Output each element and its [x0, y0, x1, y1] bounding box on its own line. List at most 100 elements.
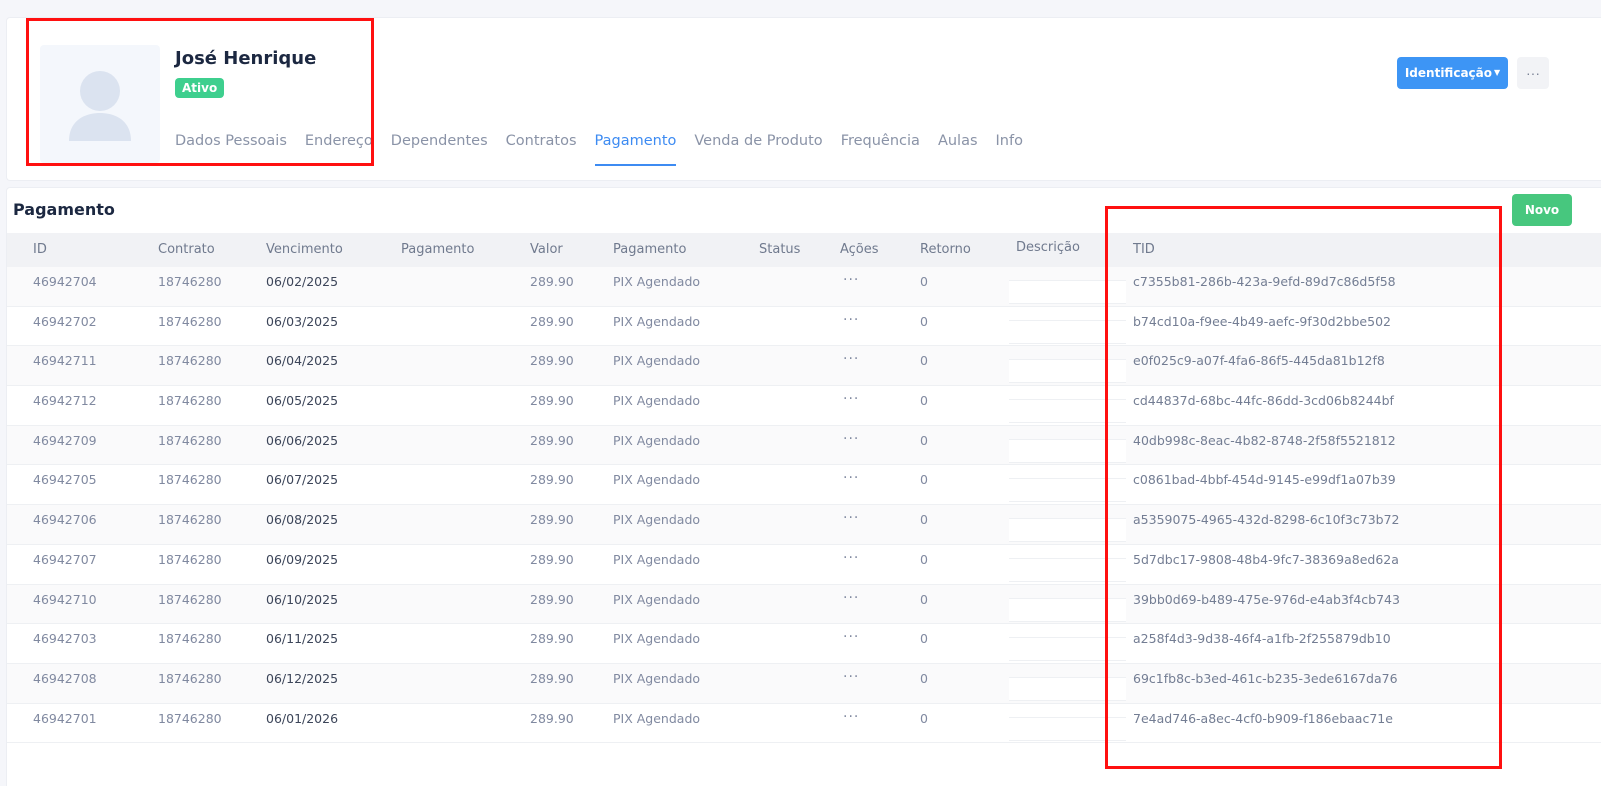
- tab-aulas[interactable]: Aulas: [938, 130, 978, 166]
- tab-venda-de-produto[interactable]: Venda de Produto: [694, 130, 822, 166]
- more-options-button[interactable]: ···: [1517, 57, 1549, 89]
- row-actions-menu-icon[interactable]: ···: [843, 272, 859, 288]
- row-actions-menu-icon[interactable]: ···: [843, 550, 859, 566]
- column-header-tid[interactable]: TID: [1133, 233, 1155, 267]
- cell-id: 46942707: [33, 551, 97, 567]
- identification-label: Identificação: [1404, 66, 1492, 80]
- row-actions-menu-icon[interactable]: ···: [843, 391, 859, 407]
- cell-contrato: 18746280: [158, 274, 222, 289]
- column-header-retorno[interactable]: Retorno: [920, 233, 971, 267]
- cell-tid: 40db998c-8eac-4b82-8748-2f58f5521812: [1133, 432, 1396, 448]
- cell-pagamento-forma: PIX Agendado: [613, 472, 701, 488]
- row-actions-menu-icon[interactable]: ···: [843, 709, 859, 725]
- tab-contratos[interactable]: Contratos: [506, 130, 577, 166]
- table-row: 46942707 18746280 06/09/2025 289.90 PIX Agen…: [7, 545, 1601, 585]
- column-header-status[interactable]: Status: [759, 233, 800, 267]
- cell-valor: 289.90: [530, 551, 574, 567]
- profile-name: José Henrique: [175, 48, 317, 69]
- cell-valor: 289.90: [530, 432, 574, 448]
- caret-down-icon: ▼: [1494, 68, 1501, 77]
- cell-contrato: 18746280: [158, 313, 222, 329]
- cell-tid: a258f4d3-9d38-46f4-a1fb-2f255879db10: [1133, 631, 1391, 647]
- row-actions-menu-icon[interactable]: ···: [843, 669, 859, 685]
- cell-valor: 289.90: [530, 313, 574, 329]
- cell-pagamento-forma: PIX Agendado: [613, 591, 701, 607]
- row-actions-menu-icon[interactable]: ···: [843, 510, 859, 526]
- cell-valor: 289.90: [530, 512, 574, 528]
- payments-card: Pagamento Novo ID Contrato Vencimento Pa…: [6, 187, 1601, 786]
- column-header-descricao[interactable]: Descrição: [1016, 233, 1080, 263]
- cell-descricao: [1009, 557, 1126, 582]
- cell-tid: e0f025c9-a07f-4fa6-86f5-445da81b12f8: [1133, 353, 1385, 369]
- cell-contrato: 18746280: [158, 591, 222, 607]
- cell-descricao: [1009, 359, 1126, 384]
- row-actions-menu-icon[interactable]: ···: [843, 470, 859, 486]
- cell-valor: 289.90: [530, 631, 574, 647]
- row-actions-menu-icon[interactable]: ···: [843, 431, 859, 447]
- cell-descricao: [1009, 518, 1126, 543]
- cell-tid: a5359075-4965-432d-8298-6c10f3c73b72: [1133, 512, 1400, 528]
- cell-contrato: 18746280: [158, 670, 222, 686]
- column-header-vencimento[interactable]: Vencimento: [266, 233, 343, 267]
- column-header-contrato[interactable]: Contrato: [158, 233, 215, 267]
- cell-tid: b74cd10a-f9ee-4b49-aefc-9f30d2bbe502: [1133, 313, 1391, 329]
- profile-card: José Henrique Ativo Dados Pessoais Endere…: [6, 17, 1601, 181]
- column-header-pagamento-forma[interactable]: Pagamento: [613, 233, 686, 267]
- cell-id: 46942709: [33, 432, 97, 448]
- user-silhouette-icon: [69, 71, 131, 141]
- row-actions-menu-icon[interactable]: ···: [843, 590, 859, 606]
- cell-vencimento: 06/09/2025: [266, 551, 339, 567]
- table-row: 46942705 18746280 06/07/2025 289.90 PIX Agen…: [7, 465, 1601, 506]
- cell-contrato: 18746280: [158, 432, 222, 448]
- cell-pagamento-forma: PIX Agendado: [613, 710, 701, 726]
- cell-valor: 289.90: [530, 393, 574, 409]
- cell-contrato: 18746280: [158, 631, 222, 647]
- cell-retorno: 0: [920, 631, 928, 647]
- row-actions-menu-icon[interactable]: ···: [843, 351, 859, 367]
- cell-pagamento-forma: PIX Agendado: [613, 274, 701, 289]
- avatar: [40, 45, 160, 163]
- cell-valor: 289.90: [530, 710, 574, 726]
- cell-id: 46942706: [33, 512, 97, 528]
- tab-endereco[interactable]: Endereço: [305, 130, 373, 166]
- table-row: 46942708 18746280 06/12/2025 289.90 PIX Agen…: [7, 663, 1601, 704]
- tab-dependentes[interactable]: Dependentes: [391, 130, 488, 166]
- cell-pagamento-forma: PIX Agendado: [613, 353, 701, 369]
- cell-retorno: 0: [920, 710, 928, 726]
- table-row: 46942703 18746280 06/11/2025 289.90 PIX Agen…: [7, 624, 1601, 664]
- cell-tid: c7355b81-286b-423a-9efd-89d7c86d5f58: [1133, 274, 1396, 289]
- tab-dados-pessoais[interactable]: Dados Pessoais: [175, 130, 287, 166]
- tab-info[interactable]: Info: [996, 130, 1023, 166]
- cell-vencimento: 06/11/2025: [266, 631, 339, 647]
- cell-id: 46942703: [33, 631, 97, 647]
- cell-descricao: [1009, 478, 1126, 503]
- column-header-valor[interactable]: Valor: [530, 233, 563, 267]
- table-row: 46942709 18746280 06/06/2025 289.90 PIX Agen…: [7, 425, 1601, 466]
- cell-descricao: [1009, 319, 1126, 344]
- cell-tid: cd44837d-68bc-44fc-86dd-3cd06b8244bf: [1133, 393, 1394, 409]
- column-header-pagamento-data[interactable]: Pagamento: [401, 233, 474, 267]
- identification-dropdown-button[interactable]: Identificação ▼: [1397, 57, 1508, 89]
- cell-pagamento-forma: PIX Agendado: [613, 432, 701, 448]
- cell-contrato: 18746280: [158, 472, 222, 488]
- cell-vencimento: 06/01/2026: [266, 710, 339, 726]
- cell-vencimento: 06/02/2025: [266, 274, 339, 289]
- cell-vencimento: 06/08/2025: [266, 512, 339, 528]
- column-header-id[interactable]: ID: [33, 233, 47, 267]
- cell-contrato: 18746280: [158, 512, 222, 528]
- row-actions-menu-icon[interactable]: ···: [843, 629, 859, 645]
- tab-pagamento[interactable]: Pagamento: [594, 130, 677, 166]
- cell-pagamento-forma: PIX Agendado: [613, 551, 701, 567]
- table-row: 46942711 18746280 06/04/2025 289.90 PIX Agen…: [7, 346, 1601, 387]
- cell-vencimento: 06/04/2025: [266, 353, 339, 369]
- row-actions-menu-icon[interactable]: ···: [843, 312, 859, 328]
- tab-frequencia[interactable]: Frequência: [841, 130, 920, 166]
- cell-id: 46942710: [33, 591, 97, 607]
- table-header: ID Contrato Vencimento Pagamento Valor P…: [7, 233, 1601, 267]
- table-row: 46942704 18746280 06/02/2025 289.90 PIX Agen…: [7, 267, 1601, 307]
- new-payment-button[interactable]: Novo: [1512, 194, 1572, 226]
- cell-id: 46942702: [33, 313, 97, 329]
- cell-valor: 289.90: [530, 274, 574, 289]
- cell-tid: 7e4ad746-a8ec-4cf0-b909-f186ebaac71e: [1133, 710, 1393, 726]
- table-row: 46942706 18746280 06/08/2025 289.90 PIX Agen…: [7, 505, 1601, 545]
